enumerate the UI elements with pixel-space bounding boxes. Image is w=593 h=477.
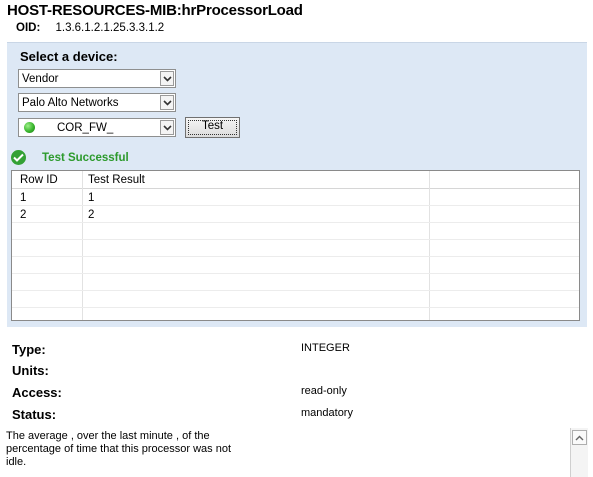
column-header-test-result[interactable]: Test Result bbox=[88, 174, 145, 186]
device-panel: Select a device: Vendor Palo Alto Networ… bbox=[7, 42, 587, 327]
property-list: Type: INTEGER Units: Access: read-only S… bbox=[0, 330, 593, 430]
description-scrollbar[interactable] bbox=[570, 428, 588, 477]
table-cell-row-id: 1 bbox=[20, 192, 27, 204]
device-select-value: COR_FW_ bbox=[57, 122, 114, 134]
select-device-heading: Select a device: bbox=[20, 49, 118, 64]
manufacturer-select-value: Palo Alto Networks bbox=[22, 97, 119, 109]
table-cell-test-result: 1 bbox=[88, 192, 95, 204]
type-value: INTEGER bbox=[301, 342, 350, 354]
status-value: mandatory bbox=[301, 407, 353, 419]
row-divider bbox=[12, 239, 579, 240]
chevron-down-icon[interactable] bbox=[160, 71, 174, 86]
access-label: Access: bbox=[12, 385, 62, 400]
test-button[interactable]: Test bbox=[185, 117, 240, 138]
table-cell-test-result: 2 bbox=[88, 209, 95, 221]
status-label: Status: bbox=[12, 407, 57, 422]
vendor-select[interactable]: Vendor bbox=[18, 69, 176, 88]
metric-title: HOST-RESOURCES-MIB:hrProcessorLoad bbox=[7, 2, 303, 19]
green-status-dot-icon bbox=[24, 122, 35, 133]
chevron-down-icon[interactable] bbox=[160, 95, 174, 110]
oid-label: OID: bbox=[16, 22, 41, 34]
description-text: The average , over the last minute , of … bbox=[6, 430, 232, 468]
row-divider bbox=[12, 222, 579, 223]
column-divider bbox=[82, 171, 83, 320]
row-divider bbox=[12, 307, 579, 308]
type-label: Type: bbox=[12, 342, 46, 357]
scroll-up-arrow-icon[interactable] bbox=[572, 430, 587, 445]
column-header-row-id[interactable]: Row ID bbox=[20, 174, 58, 186]
oid-value: 1.3.6.1.2.1.25.3.3.1.2 bbox=[55, 22, 165, 34]
access-value: read-only bbox=[301, 385, 347, 397]
manufacturer-select[interactable]: Palo Alto Networks bbox=[18, 93, 176, 112]
table-header: Row ID Test Result bbox=[12, 171, 579, 189]
row-divider bbox=[12, 290, 579, 291]
units-label: Units: bbox=[12, 363, 49, 378]
row-divider bbox=[12, 205, 579, 206]
device-select[interactable]: COR_FW_ bbox=[18, 118, 176, 137]
row-divider bbox=[12, 273, 579, 274]
table-cell-row-id: 2 bbox=[20, 209, 27, 221]
row-divider bbox=[12, 256, 579, 257]
vendor-select-value: Vendor bbox=[22, 73, 59, 85]
chevron-down-icon[interactable] bbox=[160, 120, 174, 135]
column-divider bbox=[429, 171, 430, 320]
results-table[interactable]: Row ID Test Result 1 1 2 2 bbox=[11, 170, 580, 321]
oid-row: OID: 1.3.6.1.2.1.25.3.3.1.2 bbox=[16, 22, 164, 34]
checkmark-icon bbox=[11, 150, 26, 165]
test-status-text: Test Successful bbox=[42, 152, 129, 164]
